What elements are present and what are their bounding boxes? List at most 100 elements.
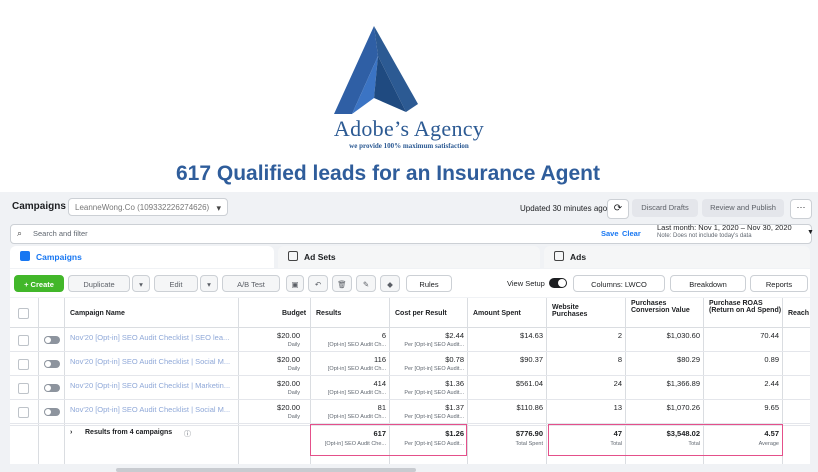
col-website-purchases[interactable]: Website Purchases (552, 304, 612, 318)
row-checkbox[interactable] (18, 407, 29, 418)
cell-spent: $110.86 (516, 403, 543, 412)
col-budget[interactable]: Budget (282, 310, 306, 317)
cell-wp: 13 (613, 403, 622, 412)
ab-test-button[interactable]: A/B Test (222, 275, 280, 292)
columns-button[interactable]: Columns: LWCO (573, 275, 665, 292)
cell-results: 116 (374, 355, 386, 364)
clipboard-icon[interactable]: ▣ (286, 275, 304, 292)
row-checkbox[interactable] (18, 359, 29, 370)
info-icon[interactable]: ⓘ (184, 429, 191, 439)
total-website-purchases-sub: Total (610, 441, 622, 447)
headline: 617 Qualified leads for an Insurance Age… (175, 162, 600, 185)
campaign-toggle[interactable] (44, 408, 60, 416)
col-purchase-roas[interactable]: Purchase ROAS (Return on Ad Spend) (709, 300, 785, 314)
cell-spent: $14.63 (520, 331, 543, 340)
cell-budget: $20.00 (277, 379, 300, 388)
cell-wp: 2 (617, 331, 622, 340)
date-range-note: Note: Does not include today's data (657, 233, 752, 239)
cell-results: 414 (373, 379, 386, 388)
cell-cpr-sub: Per [Opt-in] SEO Audit... (404, 414, 464, 420)
campaign-toggle[interactable] (44, 360, 60, 368)
campaign-toggle[interactable] (44, 336, 60, 344)
view-setup-toggle[interactable] (549, 278, 567, 288)
clear-search-link[interactable]: Clear (622, 229, 641, 238)
save-search-link[interactable]: Save (601, 229, 619, 238)
total-cost-per-result-sub: Per [Opt-in] SEO Audit... (404, 441, 464, 447)
reports-button[interactable]: Reports (750, 275, 808, 292)
col-amount-spent[interactable]: Amount Spent (473, 310, 521, 317)
account-selector[interactable]: LeanneWong.Co (109332226274626) ▾ (68, 198, 228, 216)
search-bar[interactable]: ⌕ Search and filter Save Clear Last mont… (10, 223, 814, 244)
expand-totals-chevron-icon[interactable]: › (70, 429, 72, 436)
totals-label: Results from 4 campaigns (85, 429, 173, 436)
select-all-checkbox[interactable] (18, 308, 29, 319)
row-checkbox[interactable] (18, 335, 29, 346)
date-range-label: Last month: Nov 1, 2020 – Nov 30, 2020 (657, 223, 792, 232)
campaign-name-link[interactable]: Nov'20 [Opt-in] SEO Audit Checklist | So… (70, 405, 230, 414)
campaign-toggle[interactable] (44, 384, 60, 392)
edit-button[interactable]: Edit (154, 275, 198, 292)
col-results[interactable]: Results (316, 310, 341, 317)
breakdown-button[interactable]: Breakdown (670, 275, 746, 292)
cell-pcv: $1,030.60 (666, 331, 700, 340)
col-reach[interactable]: Reach (788, 310, 809, 317)
cell-pcv: $1,366.89 (666, 379, 700, 388)
horizontal-scrollbar[interactable] (116, 468, 416, 472)
cell-budget: $20.00 (277, 355, 300, 364)
total-conversion-value: $3,548.02 (666, 429, 700, 438)
refresh-icon[interactable]: ⟳ (607, 199, 629, 219)
comment-icon[interactable]: ✎ (356, 275, 376, 292)
chevron-down-icon: ▼ (807, 229, 814, 236)
cell-results: 81 (377, 403, 386, 412)
ad-sets-icon (288, 251, 298, 261)
campaign-name-link[interactable]: Nov'20 [Opt-in] SEO Audit Checklist | Ma… (70, 381, 230, 390)
row-divider (10, 351, 810, 352)
column-divider (64, 298, 65, 464)
agency-logo (334, 26, 418, 114)
cell-budget-sub: Daily (287, 366, 300, 372)
campaign-table: Campaign Name Budget Results Cost per Re… (10, 298, 810, 464)
duplicate-button[interactable]: Duplicate (68, 275, 130, 292)
cell-wp: 24 (613, 379, 622, 388)
tag-icon[interactable]: ◆ (380, 275, 400, 292)
column-divider (238, 298, 239, 464)
undo-icon[interactable]: ↶ (308, 275, 328, 292)
cell-roas: 0.89 (764, 355, 779, 364)
more-options-button[interactable]: ··· (790, 199, 812, 219)
tab-ads[interactable]: Ads (544, 246, 810, 268)
col-purchases-conversion-value[interactable]: Purchases Conversion Value (631, 300, 703, 314)
total-cost-per-result: $1.26 (445, 429, 464, 438)
cell-cpr: $1.36 (445, 379, 464, 388)
ads-icon (554, 251, 564, 261)
top-bar: Campaigns LeanneWong.Co (109332226274626… (0, 192, 818, 222)
edit-menu-chevron-icon[interactable]: ▾ (200, 275, 218, 292)
tab-campaigns[interactable]: Campaigns (10, 246, 274, 268)
total-results: 617 (373, 429, 386, 438)
column-divider (467, 298, 468, 464)
column-divider (38, 298, 39, 464)
create-button[interactable]: + Create (14, 275, 64, 292)
campaign-name-link[interactable]: Nov'20 [Opt-in] SEO Audit Checklist | SE… (70, 333, 229, 342)
campaign-name-link[interactable]: Nov'20 [Opt-in] SEO Audit Checklist | So… (70, 357, 230, 366)
cell-cpr-sub: Per [Opt-in] SEO Audit... (404, 342, 464, 348)
discard-drafts-button[interactable]: Discard Drafts (632, 199, 698, 217)
row-checkbox[interactable] (18, 383, 29, 394)
delete-icon[interactable]: 🗑 (332, 275, 352, 292)
total-amount-spent: $776.90 (515, 429, 543, 438)
col-cost-per-result[interactable]: Cost per Result (395, 310, 447, 317)
ads-manager: Campaigns LeanneWong.Co (109332226274626… (0, 192, 818, 472)
cell-budget-sub: Daily (287, 342, 300, 348)
cell-cpr: $2.44 (445, 331, 464, 340)
review-publish-button[interactable]: Review and Publish (702, 199, 784, 217)
rules-button[interactable]: Rules (406, 275, 452, 292)
search-input[interactable]: Search and filter (33, 229, 88, 238)
duplicate-menu-chevron-icon[interactable]: ▾ (132, 275, 150, 292)
search-icon: ⌕ (17, 228, 23, 238)
col-campaign-name[interactable]: Campaign Name (70, 310, 125, 317)
cell-cpr-sub: Per [Opt-in] SEO Audit... (404, 366, 464, 372)
tab-ad-sets[interactable]: Ad Sets (278, 246, 540, 268)
cell-results: 6 (381, 331, 386, 340)
date-range-picker[interactable]: Last month: Nov 1, 2020 – Nov 30, 2020 N… (657, 223, 801, 241)
column-divider (546, 298, 547, 464)
agency-name: Adobe’s Agency (333, 116, 485, 141)
